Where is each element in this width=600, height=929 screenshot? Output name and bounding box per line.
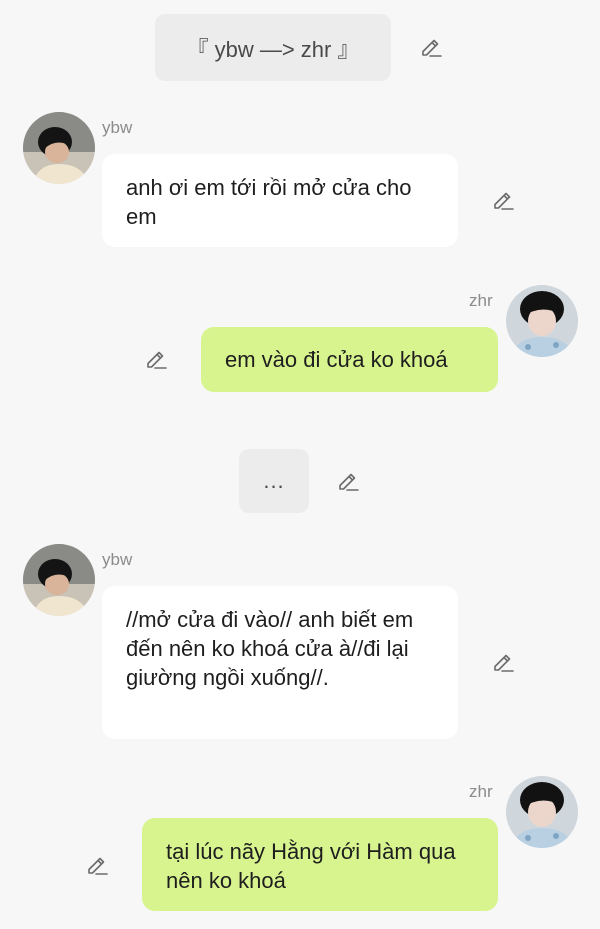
message-text: em vào đi cửa ko khoá xyxy=(225,347,448,372)
avatar-zhr[interactable] xyxy=(506,776,578,848)
chat-title: 『 ybw —> zhr 』 xyxy=(186,36,360,62)
pencil-edit-icon xyxy=(147,351,167,369)
avatar-zhr[interactable] xyxy=(506,285,578,357)
avatar-ybw[interactable] xyxy=(23,112,95,184)
edit-ellipsis-button[interactable] xyxy=(336,469,360,493)
pencil-edit-icon xyxy=(494,654,514,672)
avatar-ybw-image xyxy=(23,544,95,616)
avatar-ybw-image xyxy=(23,112,95,184)
edit-message-button[interactable] xyxy=(491,188,515,212)
ellipsis-text: ... xyxy=(263,468,285,493)
sender-name: ybw xyxy=(102,118,133,137)
pencil-edit-icon xyxy=(88,857,108,875)
pencil-edit-icon xyxy=(494,192,514,210)
message-text: //mở cửa đi vào// anh biết em đến nên ko… xyxy=(126,607,414,690)
chat-title-pill: 『 ybw —> zhr 』 xyxy=(155,14,391,81)
edit-message-button[interactable] xyxy=(144,347,168,371)
message-bubble[interactable]: em vào đi cửa ko khoá xyxy=(201,327,498,392)
pencil-edit-icon xyxy=(339,473,359,491)
avatar-zhr-image xyxy=(506,285,578,357)
message-text: anh ơi em tới rồi mở cửa cho em xyxy=(126,175,412,229)
sender-name: zhr xyxy=(469,782,493,801)
pencil-edit-icon xyxy=(422,39,442,57)
edit-message-button[interactable] xyxy=(85,853,109,877)
avatar-zhr-image xyxy=(506,776,578,848)
message-text: tại lúc nãy Hằng với Hàm qua nên ko khoá xyxy=(166,839,456,893)
ellipsis-pill: ... xyxy=(239,449,309,513)
sender-name: zhr xyxy=(469,291,493,310)
message-bubble[interactable]: anh ơi em tới rồi mở cửa cho em xyxy=(102,154,458,247)
message-bubble[interactable]: tại lúc nãy Hằng với Hàm qua nên ko khoá xyxy=(142,818,498,911)
edit-title-button[interactable] xyxy=(419,35,443,59)
avatar-ybw[interactable] xyxy=(23,544,95,616)
sender-name: ybw xyxy=(102,550,133,569)
edit-message-button[interactable] xyxy=(491,650,515,674)
message-bubble[interactable]: //mở cửa đi vào// anh biết em đến nên ko… xyxy=(102,586,458,739)
